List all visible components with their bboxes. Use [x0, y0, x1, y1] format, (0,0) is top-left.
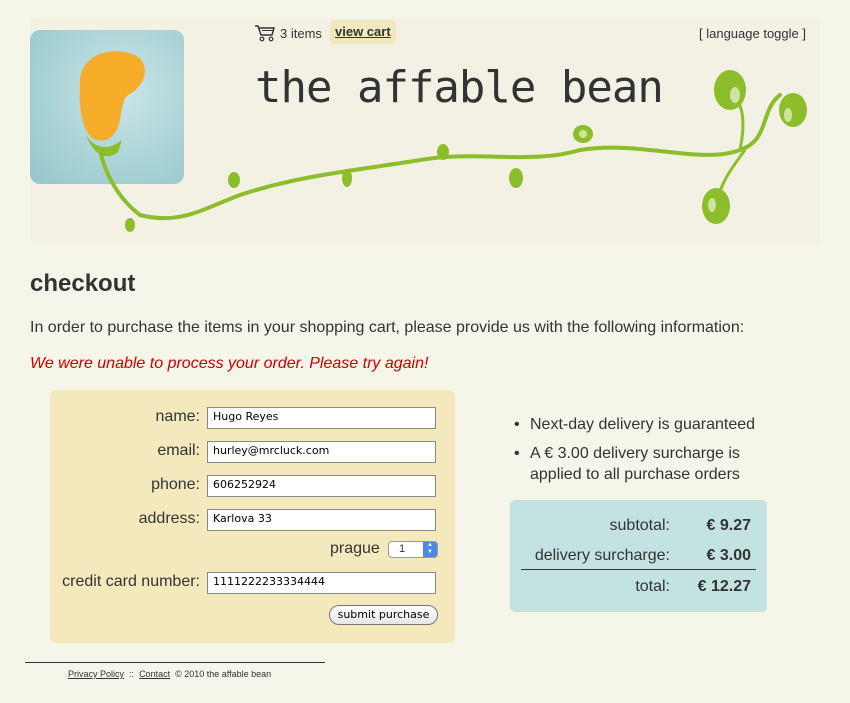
- subtotal-label: subtotal:: [609, 517, 670, 534]
- list-item: A € 3.00 delivery surcharge is applied t…: [512, 443, 772, 485]
- phone-field[interactable]: 606252924: [207, 475, 436, 497]
- totals-divider: [521, 569, 756, 570]
- address-field[interactable]: Karlova 33: [207, 509, 436, 531]
- name-field[interactable]: Hugo Reyes: [207, 407, 436, 429]
- total-label: total:: [635, 578, 670, 595]
- phone-label: phone:: [151, 476, 200, 493]
- subtotal-value: € 9.27: [706, 517, 751, 534]
- prague-district-select[interactable]: 1 ▲ ▼: [388, 541, 438, 558]
- footer: Privacy Policy :: Contact © 2010 the aff…: [68, 669, 271, 679]
- contact-link[interactable]: Contact: [139, 669, 170, 679]
- email-label: email:: [157, 442, 200, 459]
- bean-logo[interactable]: [30, 30, 184, 184]
- surcharge-value: € 3.00: [706, 547, 751, 564]
- submit-purchase-button[interactable]: submit purchase: [329, 605, 438, 625]
- footer-separator: ::: [129, 669, 135, 679]
- email-field[interactable]: hurley@mrcluck.com: [207, 441, 436, 463]
- site-title: the affable bean: [255, 62, 664, 113]
- shopping-cart-icon[interactable]: [254, 24, 276, 42]
- name-label: name:: [155, 408, 200, 425]
- credit-card-field[interactable]: 1111222233334444: [207, 572, 436, 594]
- total-value: € 12.27: [697, 578, 751, 595]
- language-toggle[interactable]: [ language toggle ]: [699, 26, 806, 41]
- cart-item-count: 3 items: [280, 26, 322, 41]
- credit-card-label: credit card number:: [62, 573, 200, 590]
- privacy-policy-link[interactable]: Privacy Policy: [68, 669, 124, 679]
- district-selected-value: 1: [399, 543, 406, 555]
- intro-text: In order to purchase the items in your s…: [30, 319, 745, 336]
- delivery-info-list: Next-day delivery is guaranteed A € 3.00…: [512, 414, 772, 493]
- surcharge-label: delivery surcharge:: [534, 547, 670, 564]
- copyright-text: © 2010 the affable bean: [175, 669, 272, 679]
- city-label: prague: [330, 540, 380, 557]
- footer-divider: [25, 662, 325, 663]
- order-totals-panel: subtotal: € 9.27 delivery surcharge: € 3…: [510, 500, 767, 612]
- address-label: address:: [138, 510, 200, 527]
- error-message: We were unable to process your order. Pl…: [30, 355, 429, 372]
- select-arrows-icon: ▲ ▼: [423, 542, 437, 557]
- list-item: Next-day delivery is guaranteed: [512, 414, 772, 435]
- page-title: checkout: [30, 270, 136, 297]
- view-cart-button[interactable]: view cart: [330, 20, 396, 44]
